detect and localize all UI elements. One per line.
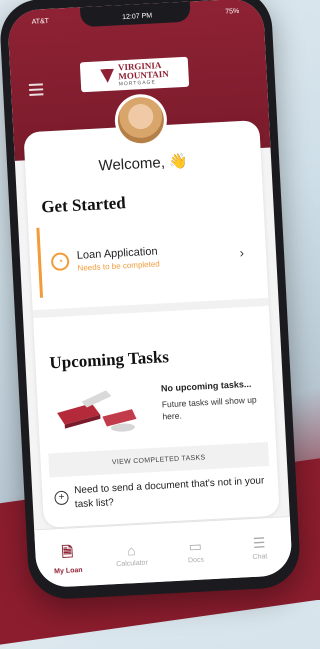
empty-tasks-illustration-icon [57,390,137,432]
bottom-tab-bar: 🗎 My Loan ⌂ Calculator ▭ Docs ☰ Chat [34,515,293,589]
empty-tasks-desc: Future tasks will show up here. [161,394,257,422]
upcoming-tasks-title: Upcoming Tasks [48,347,170,373]
empty-tasks-text: No upcoming tasks... Future tasks will s… [161,378,273,423]
upload-document-text: Need to send a document that's not in yo… [73,475,265,510]
battery-text: 75% [225,7,240,16]
wave-icon: 👋 [168,152,189,171]
logo-line3: MORTGAGE [118,79,156,88]
section-divider [32,297,269,319]
loan-application-task[interactable]: ◔ Loan Application Needs to be completed… [36,216,260,298]
phone-frame: AT&T 12:07 PM 75% VIRGINIA MOUNTAIN MORT… [0,0,302,601]
chevron-right-icon: › [239,244,245,260]
get-started-title: Get Started [40,193,127,217]
folder-icon: ▭ [188,537,203,555]
welcome-text: Welcome, [98,154,166,175]
upload-document-link[interactable]: + Need to send a document that's not in … [54,474,269,512]
tab-label: Calculator [116,558,148,568]
welcome-heading: Welcome, 👋 [25,148,262,178]
view-completed-button[interactable]: VIEW COMPLETED TASKS [48,442,270,478]
clock-icon: ◔ [50,252,70,272]
menu-icon[interactable] [28,83,44,97]
empty-tasks-title: No upcoming tasks... [160,378,252,394]
chat-icon: ☰ [252,534,266,551]
tab-label: Chat [252,553,268,561]
plus-icon: + [54,490,69,506]
main-card: Welcome, 👋 Get Started ◔ Loan Applicatio… [23,92,280,528]
carrier-text: AT&T [31,17,50,26]
home-icon: ⌂ [126,541,137,559]
company-logo: VIRGINIA MOUNTAIN MORTGAGE [79,56,190,93]
tab-chat[interactable]: ☰ Chat [234,533,285,562]
tab-docs[interactable]: ▭ Docs [170,537,221,566]
phone-screen: AT&T 12:07 PM 75% VIRGINIA MOUNTAIN MORT… [6,0,293,589]
tab-calculator[interactable]: ⌂ Calculator [106,541,157,569]
logo-mark-icon [100,69,115,84]
status-time: 12:07 PM [121,12,153,21]
document-icon: 🗎 [61,542,74,560]
tab-my-loan[interactable]: 🗎 My Loan [42,540,94,576]
tab-label: Docs [187,556,205,565]
tab-label: My Loan [54,566,83,575]
avatar-photo [116,96,166,145]
